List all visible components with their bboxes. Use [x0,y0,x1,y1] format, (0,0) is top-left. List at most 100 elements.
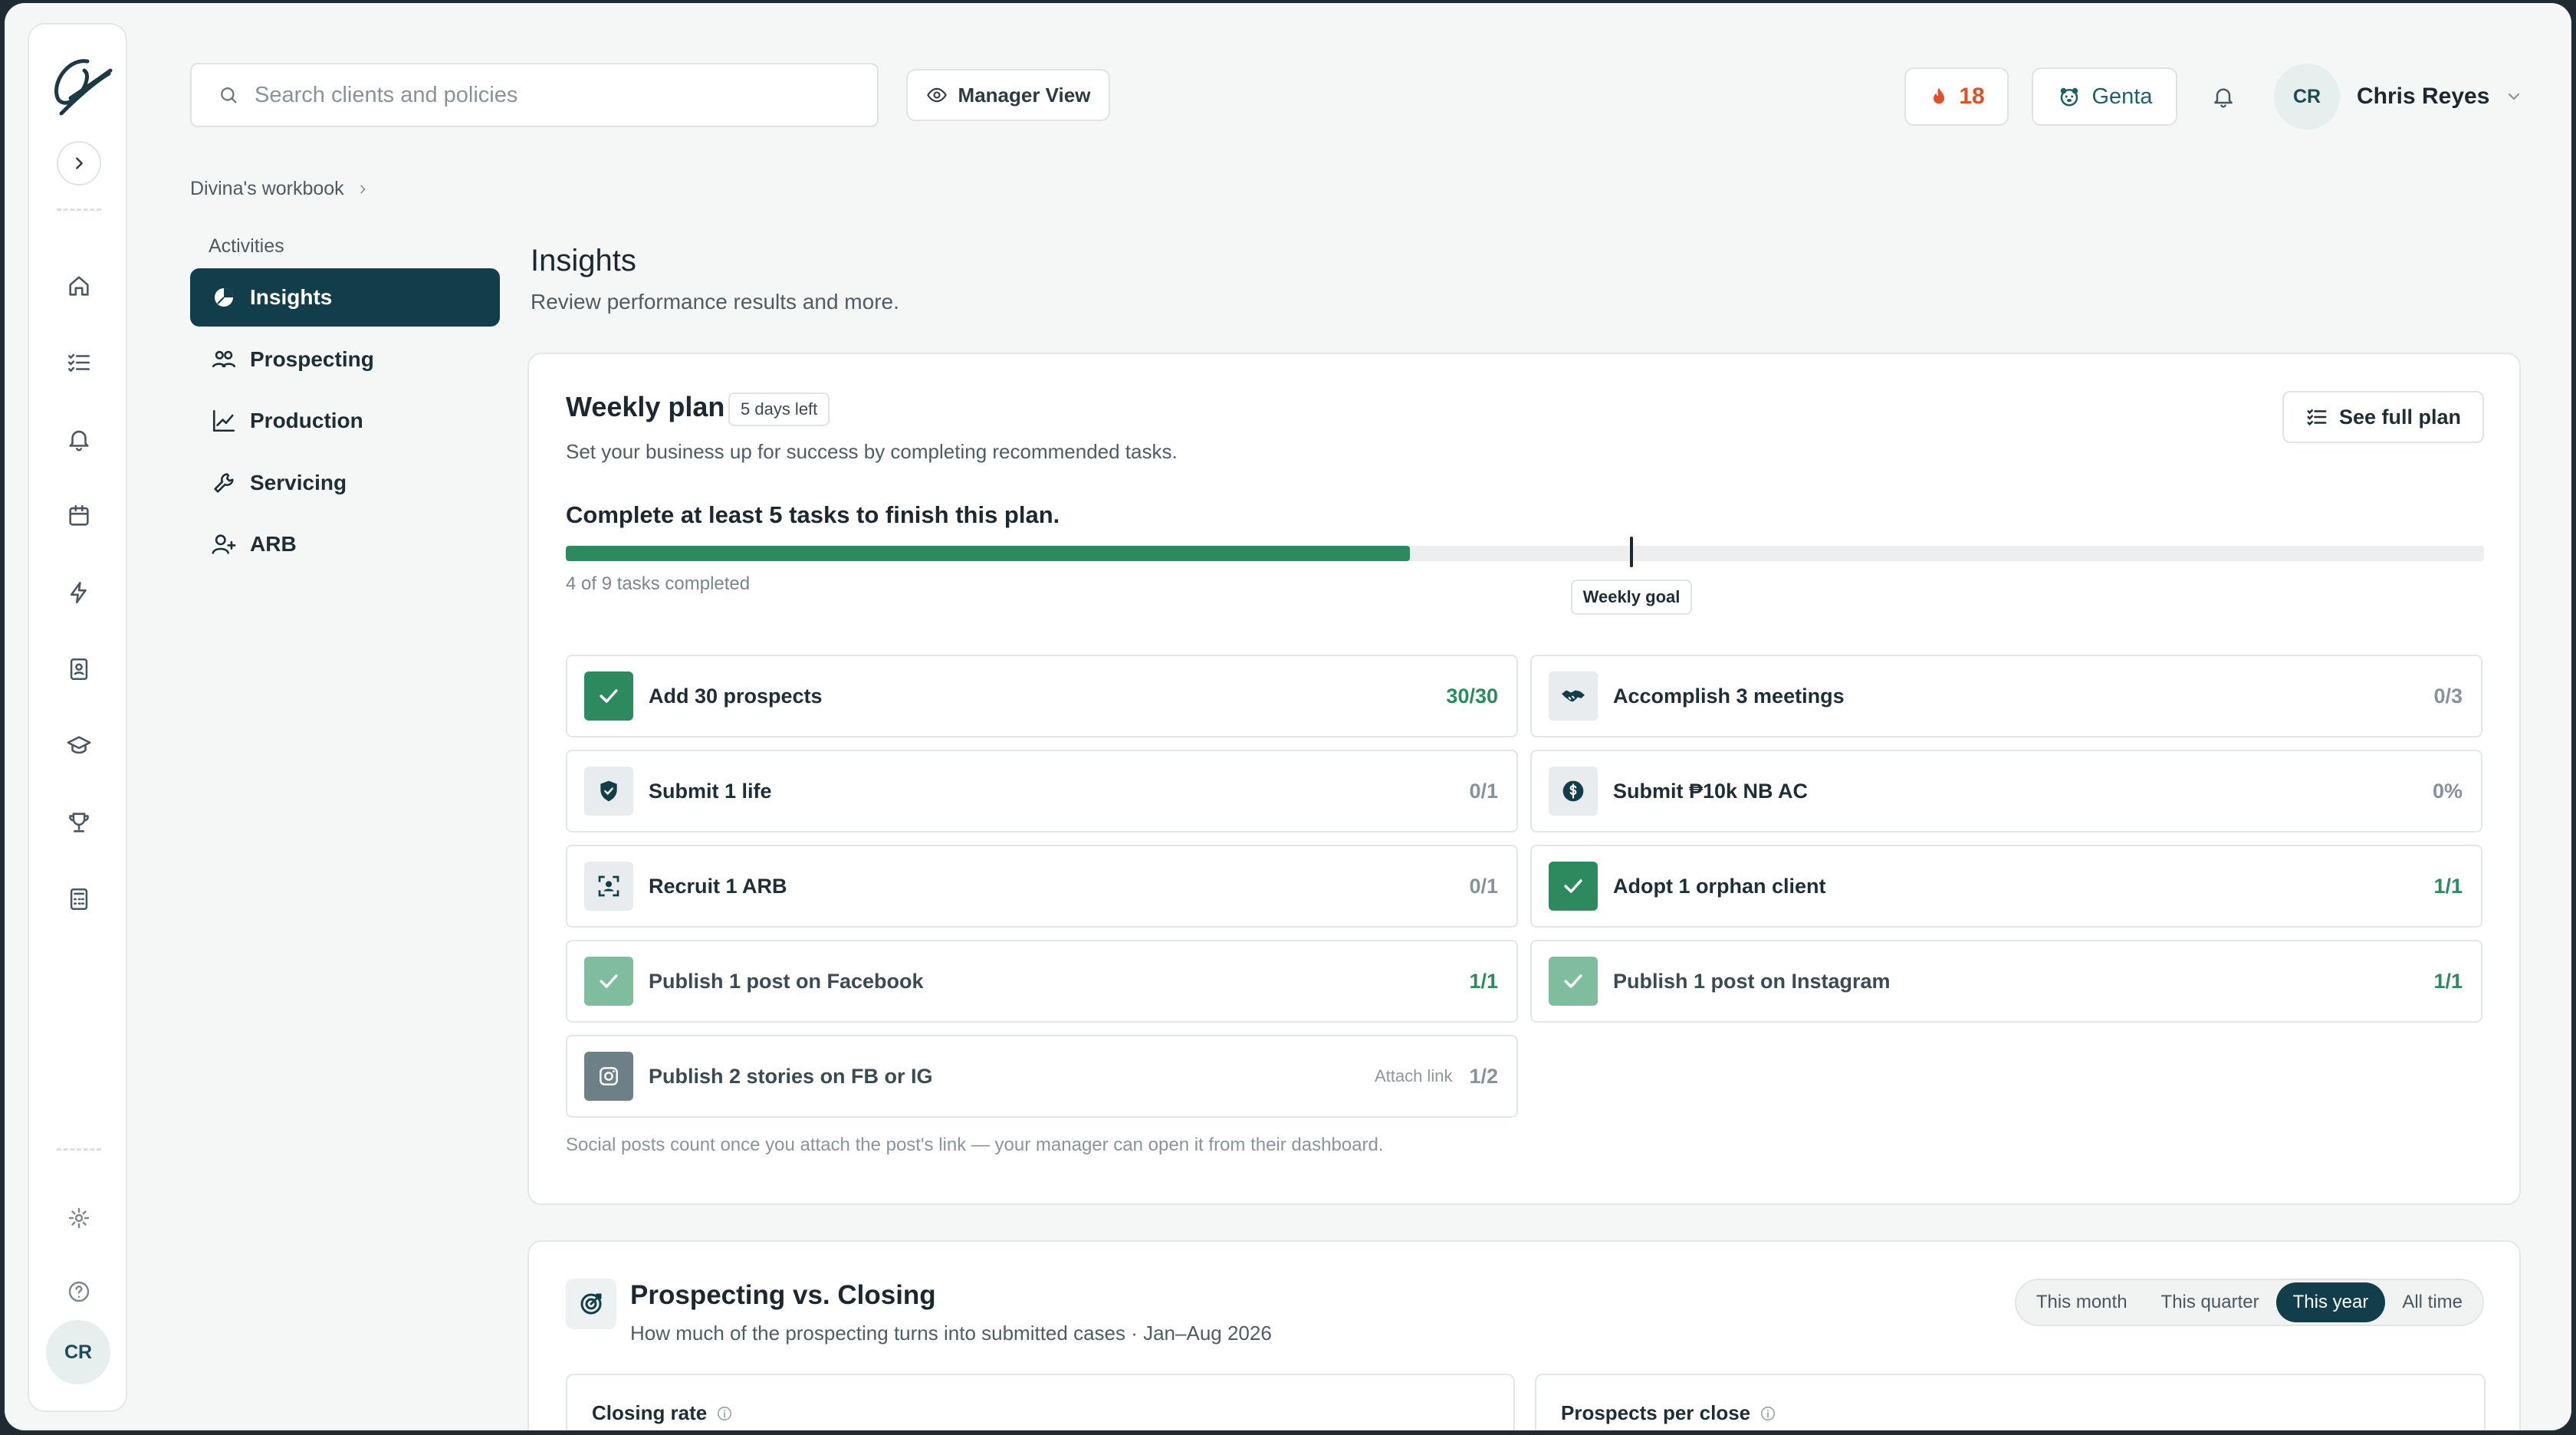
help-circle-icon [68,1281,90,1302]
prospecting-closing-subtitle: How much of the prospecting turns into s… [630,1322,1272,1345]
progress-caption: 4 of 9 tasks completed [566,573,751,594]
task-adopt-orphan-client[interactable]: Adopt 1 orphan client 1/1 [1530,845,2482,928]
rail-calculator-button[interactable] [58,878,100,920]
task-list-icon [2307,409,2327,426]
see-full-plan-button[interactable]: See full plan [2282,391,2484,443]
sidenav-section-title: Activities [209,235,284,257]
task-accomplish-meetings[interactable]: Accomplish 3 meetings 0/3 [1530,655,2482,737]
task-recruit-arb[interactable]: Recruit 1 ARB 0/1 [566,845,1518,928]
target-badge [566,1279,616,1329]
task-type-badge [1549,672,1598,721]
shield-check-icon [600,780,617,802]
task-label: Publish 1 post on Instagram [1613,969,1891,993]
task-label: Add 30 prospects [649,684,823,708]
search-box[interactable] [190,63,879,127]
rail-activity-button[interactable] [58,572,100,613]
prospects-per-close-card: Prospects per close [1535,1374,2486,1430]
weekly-plan-title: Weekly plan [566,391,725,422]
search-icon [221,87,237,103]
task-progress: 0/3 [2433,684,2463,708]
sidenav-item-insights[interactable]: Insights [190,268,500,327]
task-type-badge [584,767,633,816]
task-type-badge [584,862,633,911]
rail-settings-button[interactable] [58,1197,100,1239]
weekly-goal-label: Weekly goal [1570,580,1693,615]
prospects-per-close-title: Prospects per close [1561,1401,1751,1424]
user-add-icon [212,534,236,554]
breadcrumb-workbook[interactable]: Divina's workbook [190,178,344,200]
range-this-quarter[interactable]: This quarter [2144,1282,2276,1322]
task-submit-nb-ac[interactable]: Submit ₱10k NB AC 0% [1530,750,2482,832]
task-label: Submit 1 life [649,779,772,803]
sidenav-item-label: Insights [250,285,333,309]
search-input[interactable] [255,82,837,108]
chevron-right-icon [360,185,366,193]
icon-rail: CR [28,23,127,1412]
sidenav-item-arb[interactable]: ARB [190,515,500,573]
task-type-badge [1549,767,1598,816]
task-publish-facebook-post[interactable]: Publish 1 post on Facebook 1/1 [566,940,1518,1023]
user-focus-icon [598,875,619,897]
task-type-badge [584,1052,633,1101]
task-progress: 1/2 [1469,1064,1498,1088]
task-label: Publish 1 post on Facebook [649,969,924,993]
rail-learning-button[interactable] [58,725,100,767]
task-list-icon [67,353,90,373]
chevron-down-icon [2509,93,2520,100]
rail-calendar-button[interactable] [58,495,100,537]
rail-divider [57,209,101,211]
manager-view-button[interactable]: Manager View [906,69,1110,121]
attach-link-button[interactable]: Attach link [1375,1066,1453,1086]
rail-notifications-button[interactable] [58,419,100,460]
rail-achievements-button[interactable] [58,802,100,843]
range-this-month[interactable]: This month [2019,1282,2144,1322]
streak-button[interactable]: 18 [1904,67,2009,126]
weekly-plan-card: Weekly plan 5 days left Set your busines… [527,353,2521,1205]
task-submit-life[interactable]: Submit 1 life 0/1 [566,750,1518,832]
weekly-plan-subtitle: Set your business up for success by comp… [566,440,1178,463]
contact-book-icon [70,658,88,681]
users-icon [212,350,236,368]
check-icon [600,974,618,988]
check-icon [1564,879,1582,893]
closing-rate-title: Closing rate [592,1401,708,1424]
user-menu[interactable]: CR Chris Reyes [2274,63,2523,130]
rail-contacts-button[interactable] [58,649,100,690]
sidenav-item-servicing[interactable]: Servicing [190,454,500,512]
task-complete-check [1549,862,1598,911]
home-icon [69,276,89,296]
task-progress: 1/1 [1469,969,1498,993]
chevron-right-icon [76,157,83,169]
rail-home-button[interactable] [58,265,100,307]
assistant-button[interactable]: Genta [2032,67,2177,126]
calculator-icon [70,888,88,911]
pie-chart-icon [215,288,233,307]
task-publish-stories[interactable]: Publish 2 stories on FB or IG Attach lin… [566,1035,1518,1118]
weekly-goal-marker [1630,537,1634,567]
rail-avatar[interactable]: CR [46,1320,110,1384]
task-publish-instagram-post[interactable]: Publish 1 post on Instagram 1/1 [1530,940,2482,1023]
sidenav-item-prospecting[interactable]: Prospecting [190,330,500,389]
page-subtitle: Review performance results and more. [531,290,899,314]
instagram-icon [600,1067,618,1085]
notifications-button[interactable] [2203,77,2243,117]
target-icon [580,1293,602,1315]
eye-icon [926,87,947,103]
range-all-time[interactable]: All time [2385,1282,2479,1322]
task-progress: 0/1 [1469,874,1498,898]
sidenav-item-production[interactable]: Production [190,392,500,450]
info-icon[interactable] [716,1405,733,1422]
sidenav-item-label: ARB [250,532,297,556]
task-label: Accomplish 3 meetings [1613,684,1845,708]
info-icon[interactable] [1760,1405,1776,1422]
time-range-selector: This month This quarter This year All ti… [2014,1279,2484,1326]
task-add-prospects[interactable]: Add 30 prospects 30/30 [566,655,1518,737]
rail-help-button[interactable] [58,1271,100,1312]
range-this-year[interactable]: This year [2275,1282,2386,1322]
task-progress: 1/1 [2433,874,2463,898]
sidenav-item-label: Prospecting [250,347,374,371]
prospecting-closing-title: Prospecting vs. Closing [630,1280,936,1310]
expand-sidebar-button[interactable] [57,141,101,186]
rail-tasks-button[interactable] [58,342,100,383]
sidenav-item-label: Production [250,409,363,432]
